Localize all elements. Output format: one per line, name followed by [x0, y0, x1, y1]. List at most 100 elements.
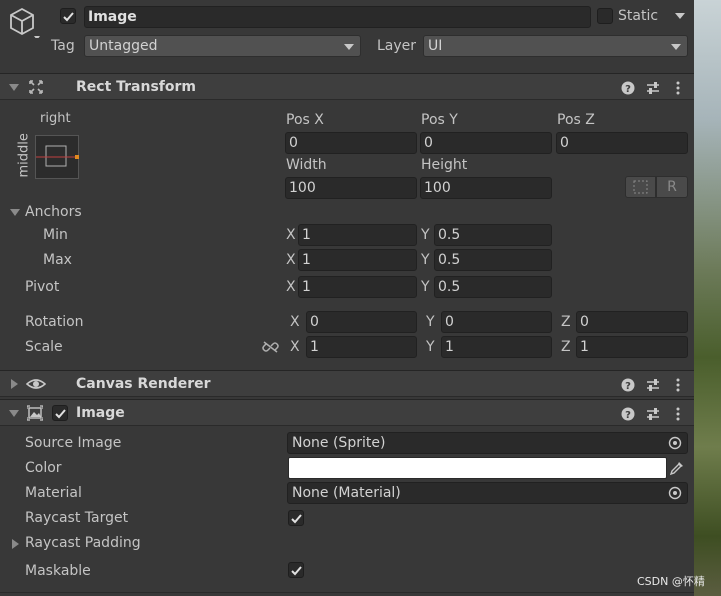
pivot-y-axis-label: Y — [421, 279, 430, 295]
color-label: Color — [25, 460, 62, 476]
rotation-z-field[interactable]: 0 — [576, 311, 688, 333]
color-swatch[interactable] — [288, 457, 667, 479]
maskable-label: Maskable — [25, 563, 91, 579]
anchors-foldout-icon[interactable] — [10, 209, 20, 216]
rotation-y-field[interactable]: 0 — [441, 311, 552, 333]
layer-dropdown[interactable]: UI — [423, 35, 688, 57]
rotation-x-axis-label: X — [290, 314, 300, 330]
help-icon[interactable]: ? — [620, 377, 636, 393]
canvas-renderer-title: Canvas Renderer — [76, 376, 211, 392]
rect-transform-icon — [29, 80, 43, 94]
pos-x-field[interactable]: 0 — [285, 132, 417, 154]
help-icon[interactable]: ? — [620, 406, 636, 422]
pos-z-label: Pos Z — [557, 112, 595, 128]
foldout-arrow-icon[interactable] — [9, 410, 19, 417]
scale-z-axis-label: Z — [561, 339, 571, 355]
raw-edit-button[interactable]: R — [656, 176, 688, 198]
pos-y-label: Pos Y — [421, 112, 458, 128]
svg-text:?: ? — [625, 381, 631, 392]
static-dropdown-arrow[interactable] — [675, 13, 685, 19]
layer-value: UI — [428, 38, 443, 54]
raycast-target-label: Raycast Target — [25, 510, 129, 526]
source-image-field[interactable]: None (Sprite) — [287, 432, 688, 454]
layer-label: Layer — [377, 38, 417, 54]
source-image-value: None (Sprite) — [292, 435, 386, 451]
image-component-title: Image — [76, 405, 125, 421]
foldout-arrow-icon[interactable] — [9, 84, 19, 91]
rect-transform-header[interactable]: Rect Transform ? — [0, 73, 694, 100]
rotation-x-field[interactable]: 0 — [306, 311, 417, 333]
chevron-down-icon — [671, 44, 681, 50]
eye-icon — [26, 379, 46, 389]
scale-x-axis-label: X — [290, 339, 300, 355]
pos-z-field[interactable]: 0 — [556, 132, 688, 154]
static-checkbox[interactable] — [597, 8, 613, 24]
max-y-axis-label: Y — [421, 252, 430, 268]
raw-edit-label: R — [667, 179, 677, 195]
pivot-x-axis-label: X — [286, 279, 296, 295]
blueprint-mode-button[interactable] — [625, 176, 656, 198]
min-y-axis-label: Y — [421, 227, 430, 243]
raycast-padding-foldout-icon[interactable] — [12, 539, 19, 549]
scale-y-field[interactable]: 1 — [441, 336, 552, 358]
scale-label: Scale — [25, 339, 63, 355]
width-field[interactable]: 100 — [285, 177, 417, 199]
max-y-field[interactable]: 0.5 — [434, 249, 552, 271]
object-picker-icon[interactable] — [668, 486, 682, 500]
material-field[interactable]: None (Material) — [287, 482, 688, 504]
preset-icon[interactable] — [645, 406, 661, 422]
max-x-field[interactable]: 1 — [298, 249, 417, 271]
material-value: None (Material) — [292, 485, 401, 501]
gameobject-icon[interactable] — [8, 6, 40, 40]
canvas-renderer-header[interactable]: Canvas Renderer ? — [0, 370, 694, 397]
max-x-axis-label: X — [286, 252, 296, 268]
preset-icon[interactable] — [645, 377, 661, 393]
pivot-label: Pivot — [25, 279, 60, 295]
eyedropper-icon[interactable] — [669, 460, 685, 476]
more-options-icon[interactable] — [670, 80, 686, 96]
svg-text:?: ? — [625, 84, 631, 95]
anchor-horizontal-label: right — [40, 111, 71, 126]
tag-dropdown[interactable]: Untagged — [84, 35, 361, 57]
tag-label: Tag — [51, 38, 75, 54]
scale-z-field[interactable]: 1 — [576, 336, 688, 358]
min-label: Min — [43, 227, 68, 243]
maskable-checkbox[interactable] — [288, 562, 304, 578]
tag-value: Untagged — [89, 38, 158, 54]
image-enabled-checkbox[interactable] — [52, 405, 68, 421]
image-component-header[interactable]: Image ? — [0, 399, 694, 426]
object-name-field[interactable]: Image — [84, 6, 591, 28]
scale-x-field[interactable]: 1 — [306, 336, 417, 358]
pivot-x-field[interactable]: 1 — [298, 276, 417, 298]
scene-background — [694, 0, 721, 596]
material-label: Material — [25, 485, 82, 501]
height-field[interactable]: 100 — [420, 177, 552, 199]
rotation-z-axis-label: Z — [561, 314, 571, 330]
foldout-arrow-icon[interactable] — [11, 379, 18, 389]
raycast-padding-label[interactable]: Raycast Padding — [25, 535, 141, 551]
more-options-icon[interactable] — [670, 377, 686, 393]
pos-x-label: Pos X — [286, 112, 324, 128]
rotation-label: Rotation — [25, 314, 84, 330]
static-label: Static — [618, 8, 659, 24]
raycast-target-checkbox[interactable] — [288, 510, 304, 526]
dotted-rect-icon — [633, 180, 648, 194]
watermark: CSDN @怀精 — [637, 575, 705, 588]
height-label: Height — [421, 157, 468, 173]
active-checkbox[interactable] — [60, 8, 76, 24]
pos-y-field[interactable]: 0 — [420, 132, 552, 154]
min-y-field[interactable]: 0.5 — [434, 224, 552, 246]
preset-icon[interactable] — [645, 80, 661, 96]
anchor-preset-button[interactable] — [35, 135, 79, 179]
constrain-proportions-icon[interactable] — [262, 340, 279, 354]
pivot-y-field[interactable]: 0.5 — [434, 276, 552, 298]
min-x-field[interactable]: 1 — [298, 224, 417, 246]
more-options-icon[interactable] — [670, 406, 686, 422]
source-image-label: Source Image — [25, 435, 122, 451]
scale-y-axis-label: Y — [426, 339, 435, 355]
svg-text:?: ? — [625, 410, 631, 421]
object-picker-icon[interactable] — [668, 436, 682, 450]
anchors-label[interactable]: Anchors — [25, 204, 82, 220]
min-x-axis-label: X — [286, 227, 296, 243]
help-icon[interactable]: ? — [620, 80, 636, 96]
